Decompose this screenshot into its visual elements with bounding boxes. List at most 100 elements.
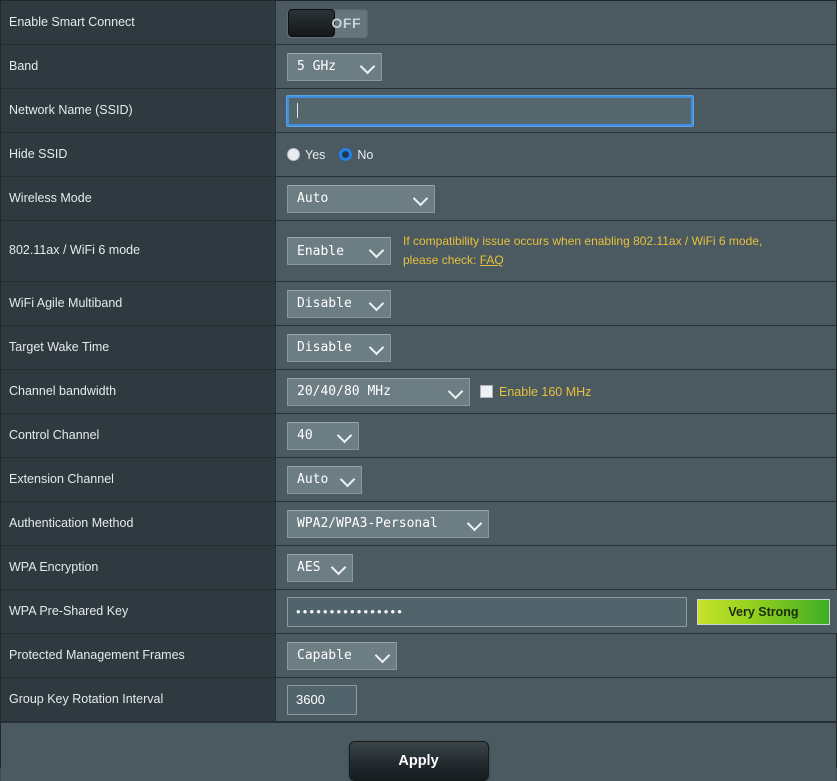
value-target-wake-time: Disable: [276, 326, 836, 369]
auth-method-value: WPA2/WPA3-Personal: [297, 516, 438, 531]
auth-method-select[interactable]: WPA2/WPA3-Personal: [287, 509, 489, 538]
value-agile-multiband: Disable: [276, 282, 836, 325]
row-ssid: Network Name (SSID): [1, 89, 836, 133]
label-auth-method: Authentication Method: [1, 502, 276, 545]
channel-bandwidth-value: 20/40/80 MHz: [297, 384, 391, 399]
toggle-state-label: OFF: [331, 14, 361, 31]
label-hide-ssid: Hide SSID: [1, 133, 276, 176]
extension-channel-select[interactable]: Auto: [287, 465, 362, 494]
value-smart-connect: OFF: [276, 1, 836, 44]
chevron-down-icon: [447, 383, 464, 399]
row-band: Band 5 GHz: [1, 45, 836, 89]
enable-160mhz-checkbox-wrap[interactable]: Enable 160 MHz: [480, 385, 591, 399]
pmf-select[interactable]: Capable: [287, 641, 397, 670]
channel-bandwidth-select[interactable]: 20/40/80 MHz: [287, 377, 470, 406]
value-ssid: [276, 89, 836, 132]
enable-160mhz-label: Enable 160 MHz: [499, 384, 592, 399]
settings-rows: Enable Smart Connect OFF Band 5 GHz Netw…: [1, 1, 837, 722]
label-band: Band: [1, 45, 276, 88]
label-ax-mode: 802.11ax / WiFi 6 mode: [1, 221, 276, 281]
wireless-settings-panel: Enable Smart Connect OFF Band 5 GHz Netw…: [0, 0, 837, 781]
value-pmf: Capable: [276, 634, 836, 677]
radio-unselected-icon: [287, 148, 300, 161]
row-pmf: Protected Management Frames Capable: [1, 634, 836, 678]
row-smart-connect: Enable Smart Connect OFF: [1, 1, 836, 45]
ax-mode-hint: If compatibility issue occurs when enabl…: [401, 232, 762, 269]
band-select-value: 5 GHz: [297, 59, 337, 74]
radio-selected-icon: [339, 148, 353, 161]
chevron-down-icon: [368, 295, 385, 311]
chevron-down-icon: [336, 427, 353, 443]
row-wireless-mode: Wireless Mode Auto: [1, 177, 836, 221]
band-select[interactable]: 5 GHz: [287, 52, 382, 81]
ax-mode-hint-line1: If compatibility issue occurs when enabl…: [403, 234, 763, 249]
wpa-psk-masked-value: ••••••••••••••••: [296, 604, 405, 619]
chevron-down-icon: [339, 471, 356, 487]
agile-multiband-value: Disable: [297, 296, 352, 311]
pmf-value: Capable: [297, 648, 352, 663]
agile-multiband-select[interactable]: Disable: [287, 289, 391, 318]
row-wpa-encryption: WPA Encryption AES: [1, 546, 836, 590]
label-group-key-rotation: Group Key Rotation Interval: [1, 678, 276, 721]
label-channel-bandwidth: Channel bandwidth: [1, 370, 276, 413]
row-ax-mode: 802.11ax / WiFi 6 mode Enable If compati…: [1, 221, 836, 282]
row-group-key-rotation: Group Key Rotation Interval 3600: [1, 678, 836, 722]
wpa-encryption-select[interactable]: AES: [287, 553, 353, 582]
footer-bar: Apply: [1, 722, 836, 781]
smart-connect-toggle[interactable]: OFF: [287, 7, 368, 38]
hide-ssid-radio-group: Yes No: [287, 148, 373, 162]
chevron-down-icon: [374, 647, 391, 663]
chevron-down-icon: [466, 515, 483, 531]
value-auth-method: WPA2/WPA3-Personal: [276, 502, 836, 545]
faq-link[interactable]: FAQ: [480, 253, 504, 267]
target-wake-time-select[interactable]: Disable: [287, 333, 391, 362]
row-hide-ssid: Hide SSID Yes No: [1, 133, 836, 177]
label-smart-connect: Enable Smart Connect: [1, 1, 276, 44]
ax-mode-select[interactable]: Enable: [287, 237, 391, 265]
row-wpa-psk: WPA Pre-Shared Key •••••••••••••••• Very…: [1, 590, 837, 634]
row-target-wake-time: Target Wake Time Disable: [1, 326, 836, 370]
wireless-mode-select[interactable]: Auto: [287, 184, 435, 213]
label-pmf: Protected Management Frames: [1, 634, 276, 677]
value-hide-ssid: Yes No: [276, 133, 836, 176]
label-control-channel: Control Channel: [1, 414, 276, 457]
value-ax-mode: Enable If compatibility issue occurs whe…: [276, 221, 836, 281]
control-channel-select[interactable]: 40: [287, 421, 359, 450]
value-wpa-psk: •••••••••••••••• Very Strong: [276, 590, 837, 633]
apply-button[interactable]: Apply: [348, 741, 489, 781]
label-wpa-encryption: WPA Encryption: [1, 546, 276, 589]
value-group-key-rotation: 3600: [276, 678, 836, 721]
row-auth-method: Authentication Method WPA2/WPA3-Personal: [1, 502, 836, 546]
password-strength-badge: Very Strong: [697, 598, 830, 625]
value-extension-channel: Auto: [276, 458, 836, 501]
row-channel-bandwidth: Channel bandwidth 20/40/80 MHz Enable 16…: [1, 370, 836, 414]
extension-channel-value: Auto: [297, 472, 329, 487]
checkbox-unchecked-icon: [480, 385, 493, 398]
wireless-mode-value: Auto: [297, 191, 329, 206]
value-wpa-encryption: AES: [276, 546, 836, 589]
control-channel-value: 40: [297, 428, 313, 443]
row-control-channel: Control Channel 40: [1, 414, 836, 458]
hide-ssid-radio-yes[interactable]: Yes: [287, 148, 325, 162]
ssid-input[interactable]: [286, 94, 694, 127]
target-wake-time-value: Disable: [297, 340, 352, 355]
group-key-rotation-value: 3600: [296, 692, 325, 707]
row-extension-channel: Extension Channel Auto: [1, 458, 836, 502]
label-agile-multiband: WiFi Agile Multiband: [1, 282, 276, 325]
label-ssid: Network Name (SSID): [1, 89, 276, 132]
chevron-down-icon: [330, 559, 347, 575]
chevron-down-icon: [368, 242, 385, 259]
wpa-psk-input[interactable]: ••••••••••••••••: [287, 596, 687, 627]
chevron-down-icon: [359, 58, 376, 74]
group-key-rotation-input[interactable]: 3600: [287, 684, 357, 715]
value-band: 5 GHz: [276, 45, 836, 88]
ax-mode-value: Enable: [297, 243, 344, 259]
label-wireless-mode: Wireless Mode: [1, 177, 276, 220]
hide-ssid-yes-label: Yes: [305, 147, 326, 162]
chevron-down-icon: [368, 339, 385, 355]
label-extension-channel: Extension Channel: [1, 458, 276, 501]
row-agile-multiband: WiFi Agile Multiband Disable: [1, 282, 836, 326]
label-wpa-psk: WPA Pre-Shared Key: [1, 590, 276, 633]
hide-ssid-radio-no[interactable]: No: [339, 148, 373, 162]
text-caret-icon: [297, 103, 298, 118]
